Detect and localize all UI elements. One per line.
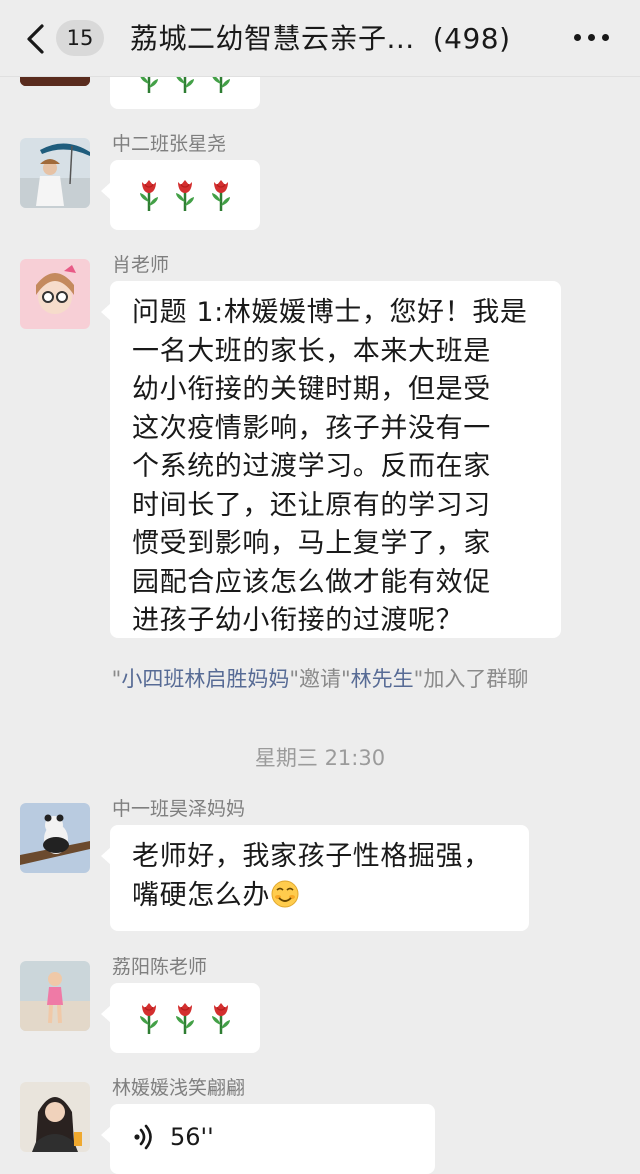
flowers-row (136, 178, 234, 212)
chevron-left-icon[interactable] (22, 22, 50, 56)
avatar[interactable] (20, 259, 90, 329)
voice-duration: 56'' (170, 1123, 214, 1151)
message-text: 问题 1:林媛媛博士，您好！我是 一名大班的家长，本来大班是 幼小衔接的关键时期… (132, 294, 527, 641)
rose-emoji-icon (138, 178, 160, 212)
voice-wave-icon (134, 1124, 152, 1150)
inviter-link[interactable]: 小四班林启胜妈妈 (121, 667, 289, 691)
flowers-row (136, 1001, 234, 1035)
message-line: 老师好，我家孩子性格掘强， (132, 841, 491, 872)
sender-name: 中一班昊泽妈妈 (112, 798, 246, 820)
message-text: 老师好，我家孩子性格掘强， 嘴硬怎么办 (132, 838, 491, 915)
member-count: (498) (432, 22, 511, 55)
system-message-join: "小四班林启胜妈妈"邀请"林先生"加入了群聊 (111, 667, 529, 691)
message-line: 时间长了，还让原有的学习习 (132, 489, 491, 521)
message-bubble-text[interactable]: 问题 1:林媛媛博士，您好！我是 一名大班的家长，本来大班是 幼小衔接的关键时期… (101, 281, 561, 641)
message-line: 园配合应该怎么做才能有效促 (132, 566, 491, 598)
avatar[interactable] (20, 1082, 90, 1152)
sender-name: 中二班张星尧 (112, 133, 227, 155)
sender-name: 荔阳陈老师 (112, 956, 208, 978)
message-bubble-flowers[interactable] (101, 983, 260, 1053)
group-name: 荔城二幼智慧云亲子... (130, 22, 415, 55)
message-line: 这次疫情影响，孩子并没有一 (132, 412, 491, 444)
rose-emoji-icon (174, 1001, 196, 1035)
rose-emoji-icon (210, 178, 232, 212)
message-line: 幼小衔接的关键时期，但是受 (132, 374, 491, 405)
chat-title[interactable]: 荔城二幼智慧云亲子... (498) (130, 19, 530, 59)
avatar[interactable] (20, 138, 90, 208)
more-dots-icon[interactable] (574, 34, 612, 44)
message-bubble-text[interactable]: 老师好，我家孩子性格掘强， 嘴硬怎么办 (101, 825, 529, 931)
rose-emoji-icon (174, 178, 196, 212)
avatar[interactable] (20, 803, 90, 873)
unread-count-badge[interactable]: 15 (56, 20, 104, 56)
sender-name: 肖老师 (112, 254, 170, 276)
message-line: 问题 1:林媛媛博士，您好！我是 (132, 297, 528, 328)
message-bubble-flowers[interactable] (101, 160, 260, 230)
message-line: 进孩子幼小衔接的过渡呢？ (132, 605, 464, 636)
message-line: 一名大班的家长，本来大班是 (132, 335, 491, 367)
rose-emoji-icon (210, 1001, 232, 1035)
message-line: 惯受到影响，马上复学了，家 (132, 528, 491, 559)
blushing-smile-emoji-icon (271, 880, 299, 907)
chat-header: 15 荔城二幼智慧云亲子... (498) (0, 0, 640, 77)
sender-name: 林媛媛浅笑翩翩 (112, 1077, 246, 1099)
voice-message-bubble[interactable]: 56'' (101, 1104, 435, 1174)
rose-emoji-icon (138, 1001, 160, 1035)
timestamp: 星期三 21:30 (254, 746, 386, 770)
message-line: 嘴硬怎么办 (132, 877, 491, 916)
invitee-link[interactable]: 林先生 (351, 667, 414, 691)
avatar[interactable] (20, 961, 90, 1031)
chat-area[interactable]: 中二班张星尧 肖老师 问题 1:林媛媛博士，您好！我是 一名大班的家长，本来大班… (0, 0, 640, 1174)
message-line: 个系统的过渡学习。反而在家 (132, 451, 491, 482)
